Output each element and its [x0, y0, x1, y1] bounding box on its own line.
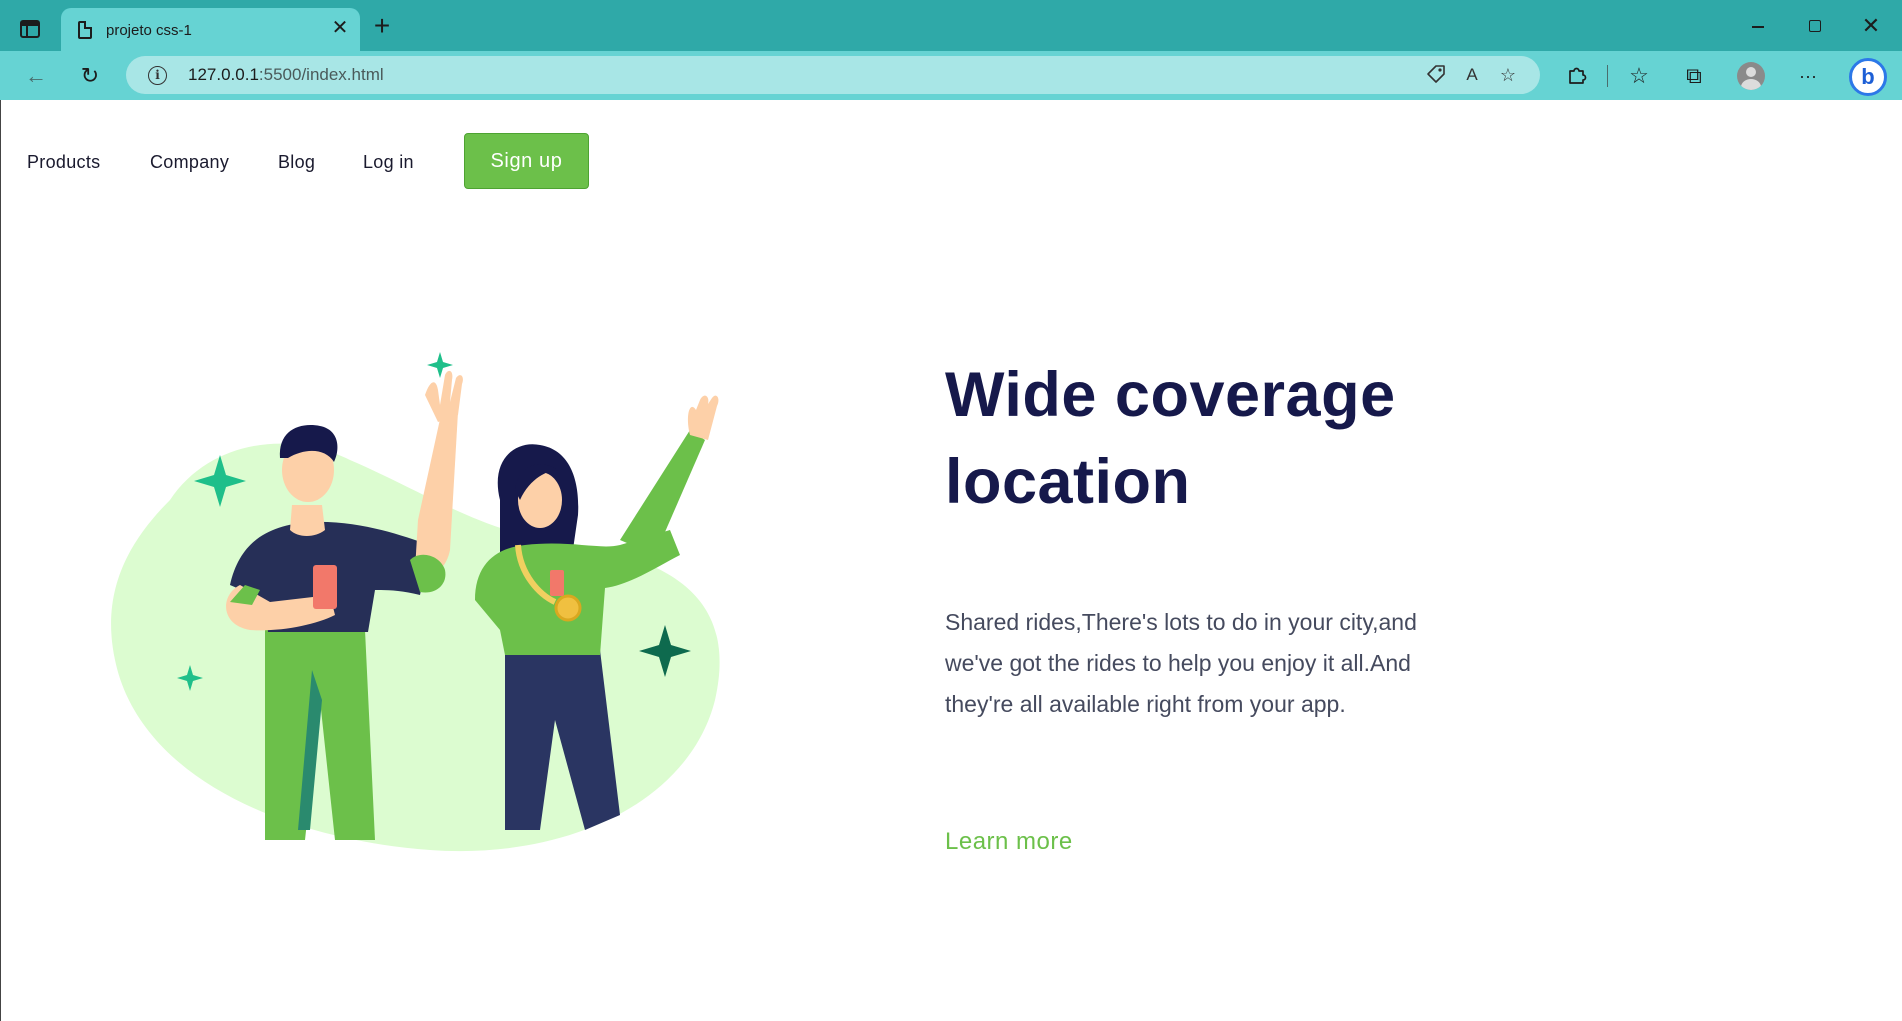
minimize-icon: [1752, 26, 1764, 28]
toolbar-separator: [1607, 65, 1608, 87]
page-icon: [78, 21, 92, 39]
refresh-icon[interactable]: ↻: [77, 63, 103, 89]
nav-link-login[interactable]: Log in: [363, 152, 414, 173]
profile-icon[interactable]: [1737, 62, 1765, 90]
hero-title-line2: location: [945, 447, 1191, 517]
browser-tab[interactable]: projeto css-1 ✕: [61, 8, 360, 51]
tag-icon[interactable]: [1424, 63, 1448, 87]
viewport-border: [0, 100, 1, 1021]
hero-title: Wide coverage location: [945, 352, 1505, 526]
more-icon[interactable]: ···: [1795, 63, 1821, 89]
hero-description: Shared rides,There's lots to do in your …: [945, 609, 1417, 717]
plus-icon[interactable]: +: [370, 12, 394, 40]
medal-icon: [554, 594, 582, 622]
phone-icon: [313, 565, 337, 609]
phone-icon: [550, 570, 564, 596]
background-blob: [111, 443, 720, 852]
star-plus-icon[interactable]: ☆: [1496, 63, 1520, 87]
hero-title-line1: Wide coverage: [945, 360, 1396, 430]
man-neck: [290, 505, 325, 536]
nav-link-products[interactable]: Products: [27, 152, 100, 173]
tab-title: projeto css-1: [106, 22, 192, 39]
woman-raised-arm: [620, 430, 705, 555]
browser-toolbar: ← ↻ i 127.0.0.1:5500/index.html A ☆ ☆ ⧉ …: [0, 51, 1902, 100]
arrow-left-icon[interactable]: ←: [23, 63, 49, 89]
window-close-button[interactable]: ✕: [1858, 13, 1884, 39]
sidebar-icon[interactable]: [20, 20, 40, 38]
collections-icon[interactable]: ⧉: [1681, 63, 1707, 89]
learn-more-link[interactable]: Learn more: [945, 828, 1073, 856]
minimize-button[interactable]: [1745, 13, 1771, 39]
read-aloud-icon[interactable]: A: [1460, 63, 1484, 87]
puzzle-icon[interactable]: [1564, 63, 1590, 89]
star-list-icon[interactable]: ☆: [1626, 63, 1652, 89]
url-host: 127.0.0.1: [188, 65, 259, 84]
nav-link-blog[interactable]: Blog: [278, 152, 315, 173]
url-path: :5500/index.html: [258, 65, 384, 84]
hero-illustration: [100, 340, 740, 860]
address-bar[interactable]: i 127.0.0.1:5500/index.html A ☆: [126, 56, 1540, 94]
info-icon[interactable]: i: [148, 66, 167, 85]
people-waving-illustration: [111, 352, 720, 852]
nav-link-company[interactable]: Company: [150, 152, 229, 173]
woman-hand: [687, 395, 719, 440]
maximize-icon: [1809, 20, 1821, 32]
bing-icon[interactable]: b: [1849, 58, 1887, 96]
url-text[interactable]: 127.0.0.1:5500/index.html: [188, 65, 384, 85]
maximize-button[interactable]: [1802, 13, 1828, 39]
signup-button[interactable]: Sign up: [464, 133, 589, 189]
site-navbar: Products Company Blog Log in Sign up: [0, 100, 1902, 220]
close-icon[interactable]: ✕: [330, 18, 350, 38]
man-hand: [425, 370, 463, 422]
browser-titlebar: projeto css-1 ✕ + ✕: [0, 0, 1902, 51]
